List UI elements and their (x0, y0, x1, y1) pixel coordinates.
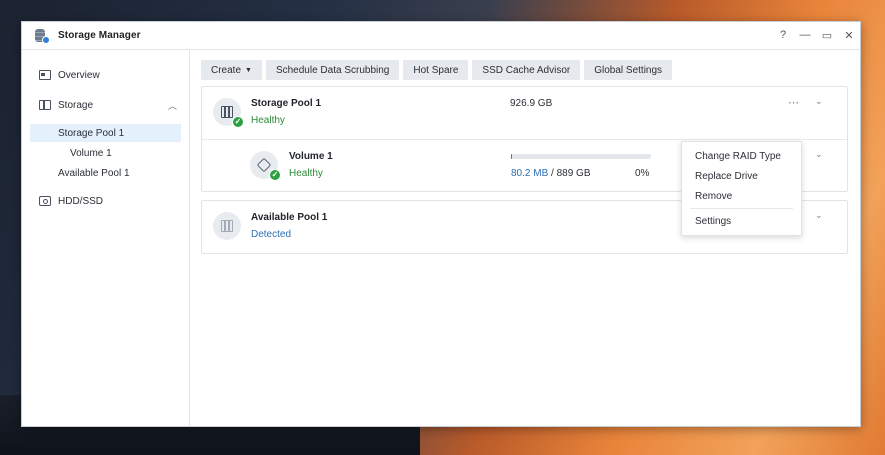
chevron-down-icon[interactable]: ⌄ (815, 210, 823, 221)
window-title: Storage Manager (58, 30, 141, 41)
volume-name: Volume 1 (289, 151, 333, 162)
caret-down-icon: ▼ (245, 66, 252, 74)
sidebar-item-label: Overview (58, 69, 100, 81)
volume-icon: ✓ (250, 151, 281, 181)
volume-total: 889 GB (556, 168, 591, 179)
schedule-scrubbing-button[interactable]: Schedule Data Scrubbing (265, 60, 400, 80)
menu-item-remove[interactable]: Remove (682, 186, 801, 206)
overview-icon (39, 70, 51, 80)
storage-manager-app-icon (34, 28, 50, 44)
sidebar-item-storage[interactable]: Storage ︿ (22, 94, 189, 116)
menu-item-change-raid-type[interactable]: Change RAID Type (682, 146, 801, 166)
sidebar-item-overview[interactable]: Overview (22, 64, 189, 86)
storage-pool-name: Storage Pool 1 (251, 98, 322, 109)
storage-pool-status: Healthy (251, 115, 285, 126)
available-pool-name: Available Pool 1 (251, 212, 328, 223)
hot-spare-button[interactable]: Hot Spare (403, 60, 469, 80)
minimize-button[interactable]: — (794, 29, 816, 42)
sidebar-item-available-pool[interactable]: Available Pool 1 (22, 164, 189, 182)
ssd-cache-advisor-button[interactable]: SSD Cache Advisor (472, 60, 581, 80)
available-pool-status: Detected (251, 229, 292, 240)
create-button[interactable]: Create ▼ (201, 60, 262, 80)
context-menu: Change RAID Type Replace Drive Remove Se… (681, 141, 802, 236)
sidebar: Overview Storage ︿ Storage Pool 1 Volume… (22, 50, 190, 426)
chevron-down-icon[interactable]: ⌄ (815, 149, 823, 160)
available-pool-icon (213, 212, 241, 240)
title-bar: Storage Manager ? — ▭ ✕ (22, 22, 860, 50)
main-panel: Create ▼ Schedule Data Scrubbing Hot Spa… (190, 50, 860, 426)
usage-separator: / (548, 168, 557, 179)
sidebar-item-label: Storage (58, 99, 94, 111)
check-icon: ✓ (269, 169, 281, 181)
create-label: Create (211, 64, 242, 76)
help-button[interactable]: ? (772, 29, 794, 42)
storage-pool-size: 926.9 GB (510, 98, 553, 109)
sidebar-item-hdd[interactable]: HDD/SSD (22, 190, 189, 212)
volume-usage-bar (511, 154, 651, 159)
sidebar-item-volume[interactable]: Volume 1 (22, 144, 189, 162)
maximize-button[interactable]: ▭ (816, 29, 838, 42)
volume-used: 80.2 MB (511, 168, 549, 179)
menu-item-settings[interactable]: Settings (682, 211, 801, 231)
close-button[interactable]: ✕ (838, 29, 860, 42)
sidebar-item-label: HDD/SSD (58, 195, 104, 207)
volume-usage-percent: 0% (635, 168, 650, 179)
chevron-down-icon[interactable]: ⌄ (815, 96, 823, 107)
menu-item-replace-drive[interactable]: Replace Drive (682, 166, 801, 186)
storage-pool-icon: ✓ (213, 98, 244, 128)
global-settings-button[interactable]: Global Settings (584, 60, 673, 80)
menu-divider (690, 208, 793, 209)
storage-manager-window: Storage Manager ? — ▭ ✕ Overview Storage… (21, 21, 861, 427)
storage-icon (39, 100, 51, 110)
chevron-up-icon[interactable]: ︿ (168, 99, 177, 112)
volume-usage-text: 80.2 MB / 889 GB (511, 168, 591, 179)
hdd-icon (39, 196, 51, 206)
more-icon[interactable]: ⋯ (788, 96, 800, 109)
toolbar: Create ▼ Schedule Data Scrubbing Hot Spa… (201, 60, 848, 80)
volume-status: Healthy (289, 168, 323, 179)
check-icon: ✓ (232, 116, 244, 128)
sidebar-item-storage-pool[interactable]: Storage Pool 1 (30, 124, 181, 142)
storage-pool-row[interactable]: ✓ Storage Pool 1 Healthy 926.9 GB ⋯ ⌄ (202, 87, 847, 139)
